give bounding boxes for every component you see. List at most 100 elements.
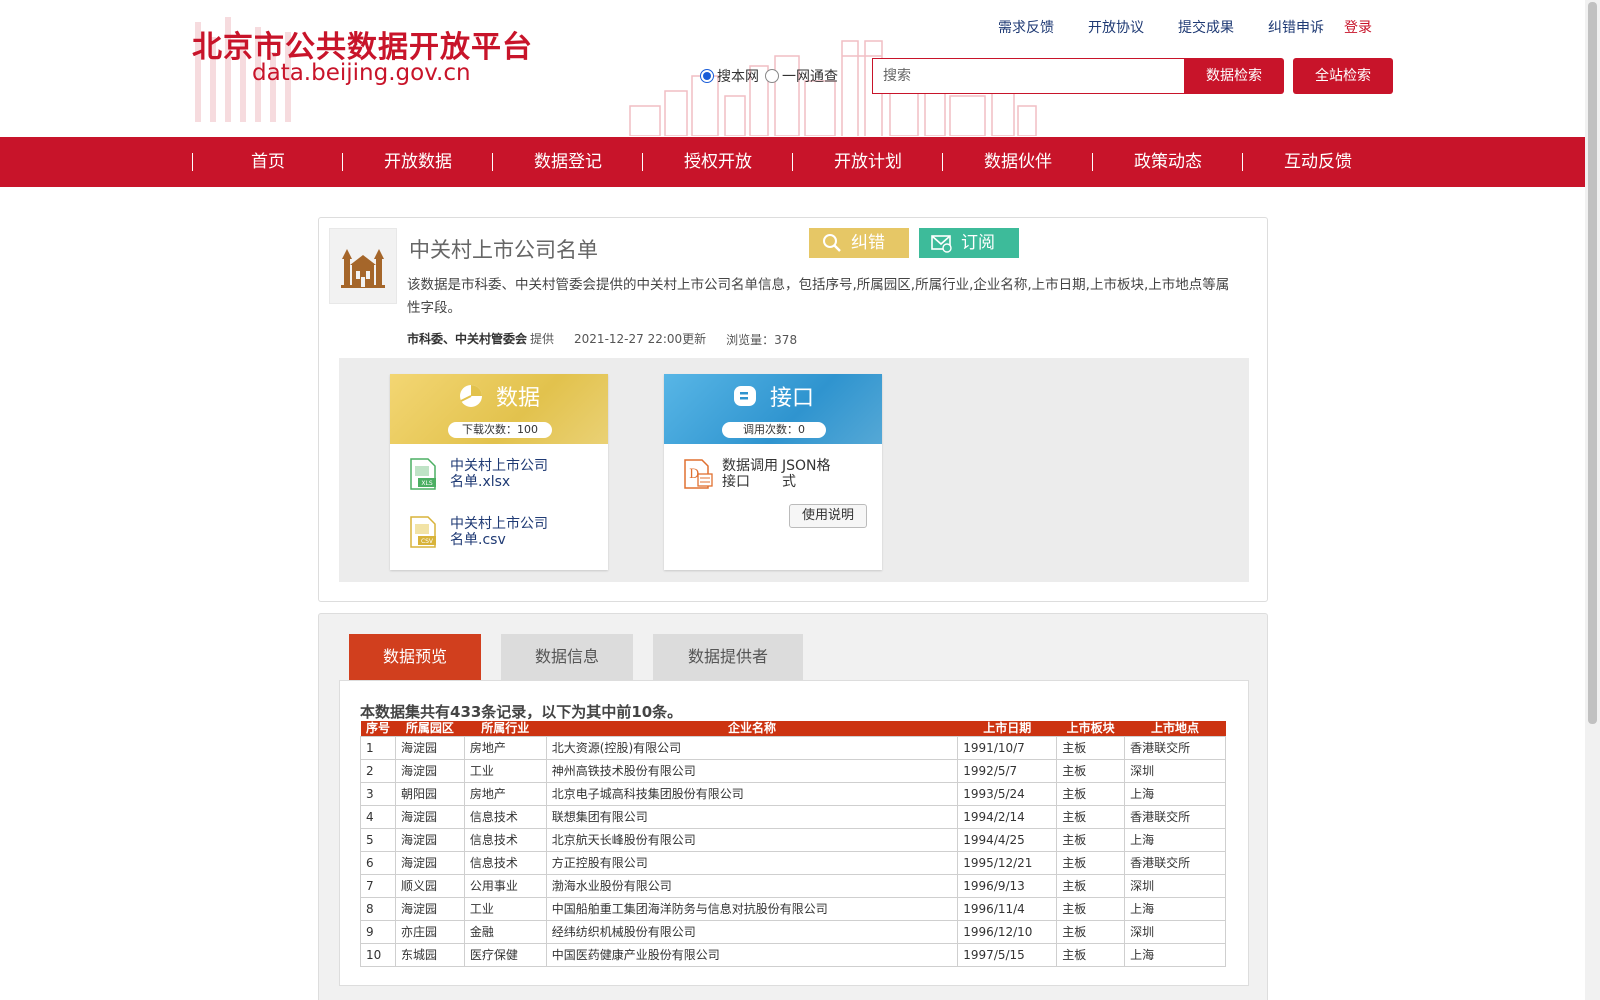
file-name-xlsx[interactable]: 中关村上市公司名单.xlsx — [450, 458, 560, 490]
table-cell: 渤海水业股份有限公司 — [545, 873, 959, 898]
table-cell: 2 — [360, 758, 396, 783]
dataset-description: 该数据是市科委、中关村管委会提供的中关村上市公司名单信息，包括序号,所属园区,所… — [407, 277, 1230, 316]
data-search-button[interactable]: 数据检索 — [1184, 58, 1284, 94]
table-cell: 海淀园 — [394, 735, 465, 760]
link-submit-results[interactable]: 提交成果 — [1178, 17, 1234, 37]
table-cell: 房地产 — [463, 781, 547, 806]
dataset-views: 浏览量：378 — [726, 333, 798, 347]
resource-area: 数据 下载次数：100 XLS 中关村上市公司名单.xlsx CSV 中关村上市… — [339, 358, 1249, 582]
table-cell: 海淀园 — [394, 850, 465, 875]
column-header: 上市日期 — [957, 721, 1057, 736]
table-row: 1 海淀园 房地产 北大资源(控股)有限公司 1991/10/7 主板 香港联交所 — [360, 735, 1226, 760]
table-cell: 金融 — [463, 919, 547, 944]
data-download-panel: 数据 下载次数：100 XLS 中关村上市公司名单.xlsx CSV 中关村上市… — [390, 374, 608, 570]
table-cell: 香港联交所 — [1124, 735, 1226, 760]
svg-text:CSV: CSV — [421, 538, 434, 545]
table-cell: 北大资源(控股)有限公司 — [545, 735, 959, 760]
table-cell: 3 — [360, 781, 396, 806]
table-cell: 1 — [360, 735, 396, 760]
api-call-count: 调用次数：0 — [722, 422, 826, 438]
tab-data-info[interactable]: 数据信息 — [501, 634, 633, 680]
api-panel: 接口 调用次数：0 D 数据调用接口 JSON格式 使用说明 — [664, 374, 882, 570]
preview-body: 本数据集共有433条记录，以下为其中前10条。 序号 所属园区 所属行业 企业名… — [339, 680, 1249, 986]
nav-item-data-registration[interactable]: 数据登记 — [493, 137, 643, 187]
column-header: 所属行业 — [464, 721, 547, 736]
table-cell: 信息技术 — [463, 804, 547, 829]
file-item-csv[interactable]: CSV 中关村上市公司名单.csv — [408, 516, 560, 548]
table-cell: 1991/10/7 — [957, 735, 1058, 760]
table-cell: 1993/5/24 — [957, 781, 1058, 806]
site-search-button[interactable]: 全站检索 — [1293, 58, 1393, 94]
table-row: 8 海淀园 工业 中国船舶重工集团海洋防务与信息对抗股份有限公司 1996/11/4 主板… — [360, 896, 1226, 921]
table-cell: 8 — [360, 896, 396, 921]
data-panel-title-wrap: 数据 — [390, 380, 608, 412]
radio-this-site-label[interactable]: 搜本网 — [717, 66, 759, 86]
nav-item-open-plan[interactable]: 开放计划 — [793, 137, 943, 187]
table-row: 7 顺义园 公用事业 渤海水业股份有限公司 1996/9/13 主板 深圳 — [360, 873, 1226, 898]
table-cell: 信息技术 — [463, 850, 547, 875]
nav-item-authorized-open[interactable]: 授权开放 — [643, 137, 793, 187]
radio-one-network-label[interactable]: 一网通查 — [782, 66, 838, 86]
nav-item-open-data[interactable]: 开放数据 — [343, 137, 493, 187]
dataset-updated: 2021-12-27 22:00更新 — [574, 332, 707, 346]
nav-item-home[interactable]: 首页 — [193, 137, 343, 187]
link-open-agreement[interactable]: 开放协议 — [1088, 17, 1144, 37]
table-cell: 北京航天长峰股份有限公司 — [545, 827, 959, 852]
table-cell: 5 — [360, 827, 396, 852]
dataset-provider-suffix: 提供 — [530, 332, 555, 346]
table-cell: 中国船舶重工集团海洋防务与信息对抗股份有限公司 — [545, 896, 959, 921]
file-item-xlsx[interactable]: XLS 中关村上市公司名单.xlsx — [408, 458, 560, 490]
table-cell: 6 — [360, 850, 396, 875]
api-doc-icon: D — [684, 459, 713, 489]
subscribe-button[interactable]: 订阅 — [919, 228, 1019, 258]
dataset-category-icon — [329, 228, 397, 304]
nav-item-policy-news[interactable]: 政策动态 — [1093, 137, 1243, 187]
data-panel-header: 数据 下载次数：100 — [390, 374, 608, 444]
column-header: 企业名称 — [546, 721, 958, 736]
table-cell: 深圳 — [1124, 873, 1226, 898]
main-nav: 首页 开放数据 数据登记 授权开放 开放计划 数据伙伴 政策动态 互动反馈 — [0, 137, 1585, 187]
login-link[interactable]: 登录 — [1344, 17, 1372, 37]
link-demand-feedback[interactable]: 需求反馈 — [998, 17, 1054, 37]
table-cell: 1996/9/13 — [957, 873, 1058, 898]
page-scrollbar[interactable] — [1585, 0, 1600, 1000]
table-cell: 1994/4/25 — [957, 827, 1058, 852]
svg-text:XLS: XLS — [421, 480, 432, 487]
site-header: 北京市公共数据开放平台 data.beijing.gov.cn 需求反馈 开放协… — [0, 0, 1585, 136]
site-logo-domain[interactable]: data.beijing.gov.cn — [252, 60, 471, 86]
nav-item-interactive-feedback[interactable]: 互动反馈 — [1243, 137, 1393, 187]
usage-instructions-button[interactable]: 使用说明 — [789, 504, 867, 528]
table-cell: 中国医药健康产业股份有限公司 — [545, 942, 959, 967]
table-cell: 信息技术 — [463, 827, 547, 852]
nav-item-data-partners[interactable]: 数据伙伴 — [943, 137, 1093, 187]
column-header: 上市地点 — [1124, 721, 1226, 736]
radio-this-site[interactable] — [700, 69, 714, 83]
tab-data-provider[interactable]: 数据提供者 — [653, 634, 803, 680]
download-count: 下载次数：100 — [448, 422, 552, 438]
radio-one-network[interactable] — [765, 69, 779, 83]
top-links: 需求反馈 开放协议 提交成果 纠错申诉 登录 — [964, 17, 1372, 37]
table-cell: 上海 — [1124, 827, 1226, 852]
api-format: JSON格式 — [782, 458, 831, 490]
table-cell: 公用事业 — [463, 873, 547, 898]
xls-file-icon: XLS — [410, 458, 436, 490]
dataset-meta: 市科委、中关村管委会 提供 2021-12-27 22:00更新 浏览量：378 — [407, 330, 797, 348]
correct-button[interactable]: 纠错 — [809, 228, 909, 258]
search-input[interactable]: 搜索 — [872, 58, 1184, 94]
link-correction-appeal[interactable]: 纠错申诉 — [1268, 17, 1324, 37]
table-cell: 方正控股有限公司 — [545, 850, 959, 875]
table-cell: 主板 — [1056, 758, 1126, 783]
api-name[interactable]: 数据调用接口 — [722, 458, 782, 490]
tab-data-preview[interactable]: 数据预览 — [349, 634, 481, 680]
table-cell: 神州高铁技术股份有限公司 — [545, 758, 959, 783]
table-cell: 主板 — [1056, 850, 1126, 875]
api-item[interactable]: D 数据调用接口 JSON格式 — [682, 458, 838, 490]
data-panel-title: 数据 — [495, 386, 540, 411]
table-cell: 海淀园 — [394, 896, 465, 921]
table-cell: 上海 — [1124, 942, 1226, 967]
table-row: 3 朝阳园 房地产 北京电子城高科技集团股份有限公司 1993/5/24 主板 上海 — [360, 781, 1226, 806]
table-header-row: 序号 所属园区 所属行业 企业名称 上市日期 上市板块 上市地点 — [360, 721, 1226, 736]
scrollbar-thumb[interactable] — [1588, 2, 1597, 724]
file-name-csv[interactable]: 中关村上市公司名单.csv — [450, 516, 560, 548]
table-cell: 深圳 — [1124, 758, 1226, 783]
